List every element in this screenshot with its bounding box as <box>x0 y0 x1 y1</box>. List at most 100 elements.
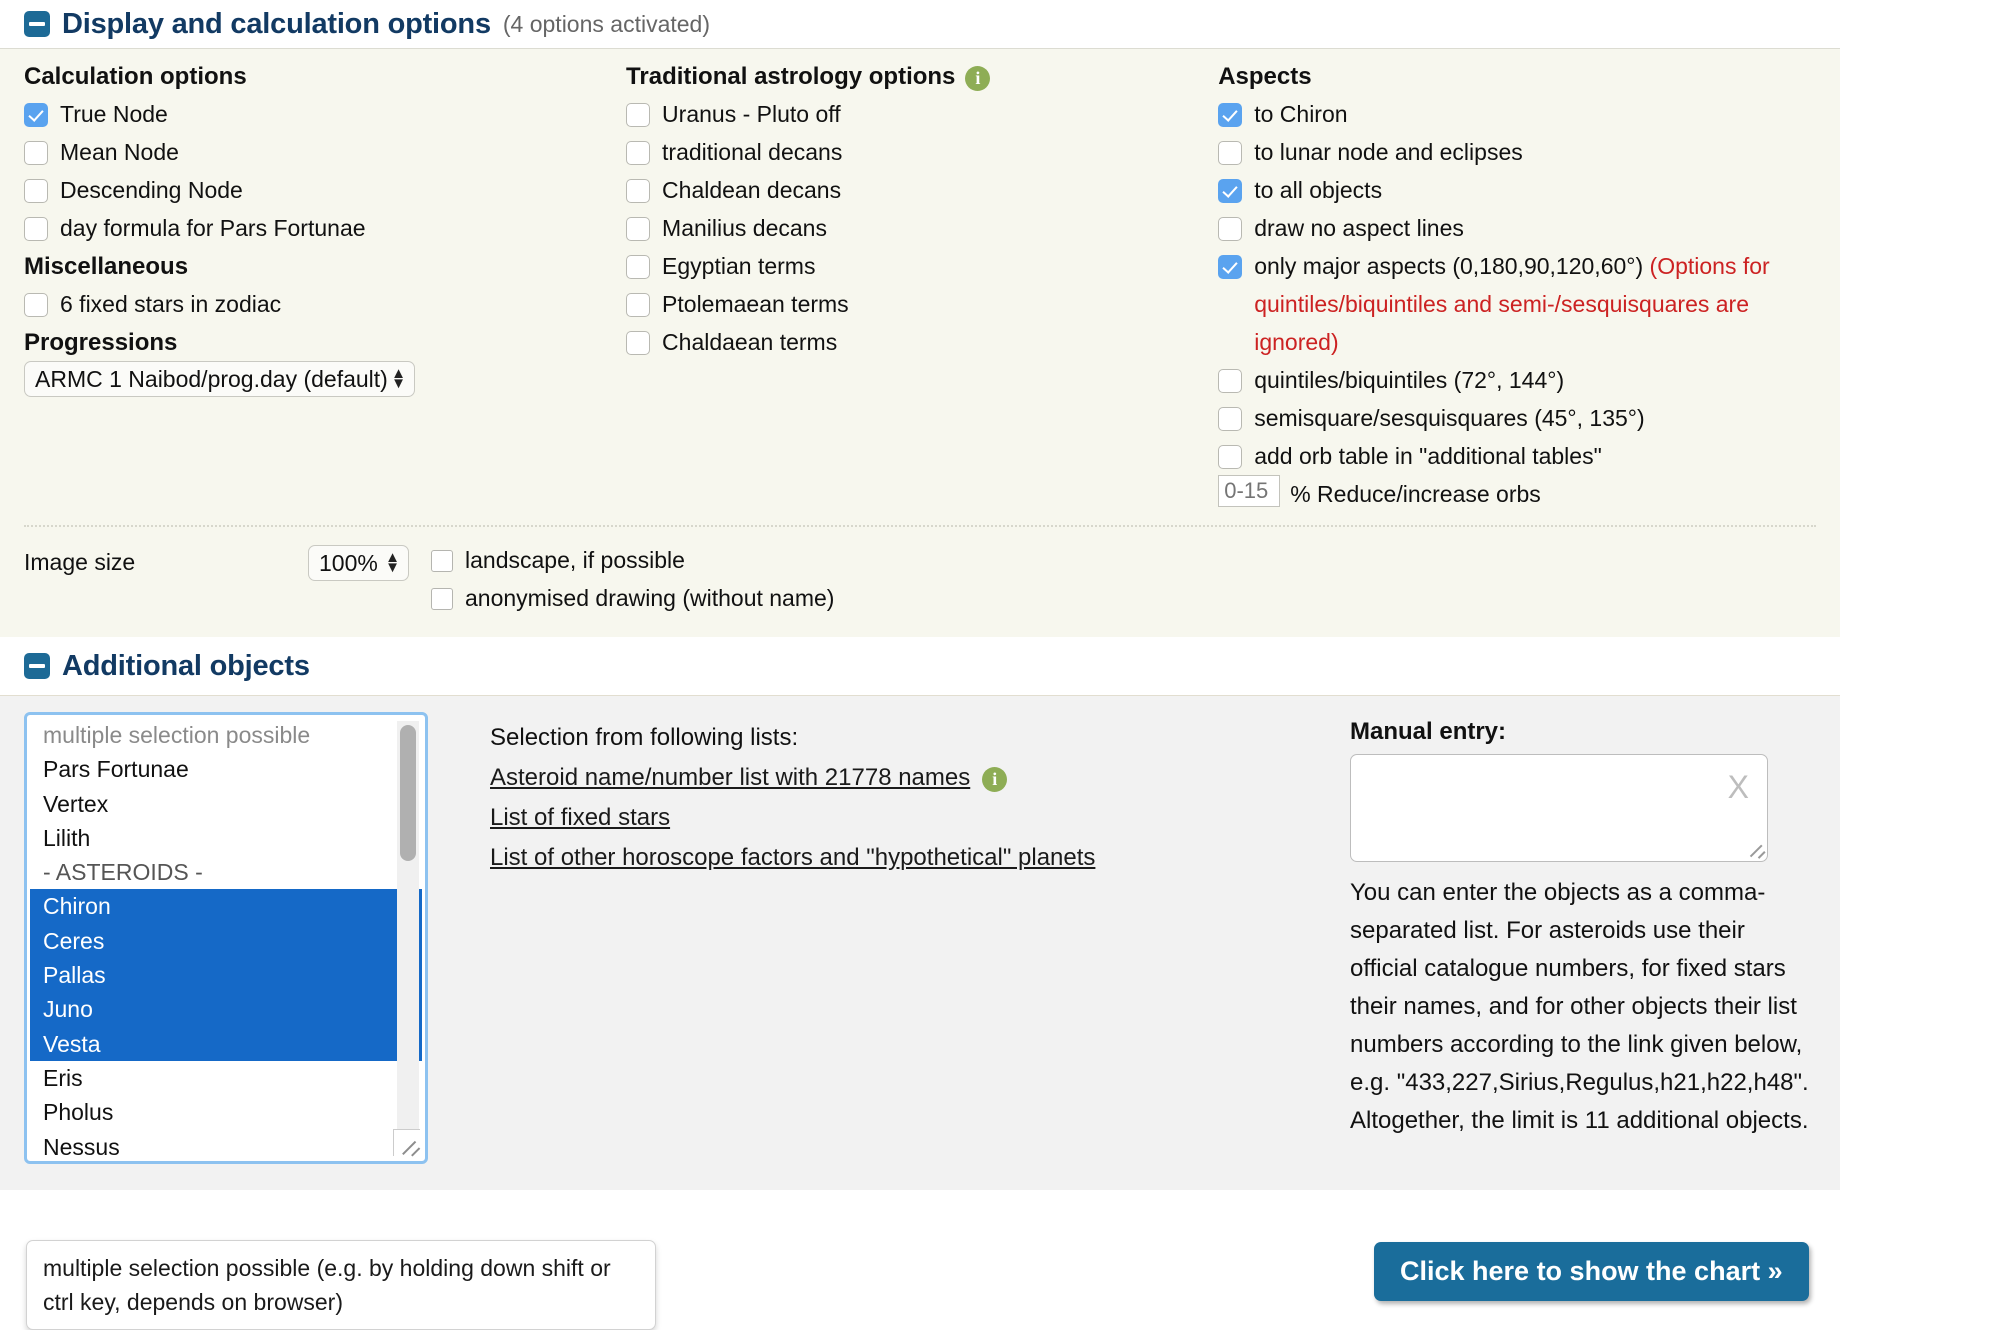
option-to-all-objects[interactable]: to all objects <box>1218 171 1830 209</box>
label-draw-no-aspect-lines: draw no aspect lines <box>1254 215 1464 241</box>
list-item-selected[interactable]: Juno <box>30 992 422 1027</box>
option-day-formula[interactable]: day formula for Pars Fortunae <box>24 209 616 247</box>
option-to-chiron[interactable]: to Chiron <box>1218 95 1830 133</box>
multiple-selection-tooltip: multiple selection possible (e.g. by hol… <box>26 1240 656 1330</box>
list-item[interactable]: Pholus <box>30 1095 422 1129</box>
checkbox-fixed-stars[interactable] <box>24 293 48 317</box>
checkbox-add-orb-table[interactable] <box>1218 445 1243 469</box>
checkbox-chaldean-decans[interactable] <box>626 179 651 203</box>
additional-objects-header: Additional objects <box>0 637 1996 695</box>
options-activated-note: (4 options activated) <box>502 10 710 37</box>
option-traditional-decans[interactable]: traditional decans <box>626 133 1208 171</box>
orb-percent-input[interactable] <box>1218 475 1281 507</box>
label-true-node: True Node <box>60 101 168 127</box>
checkbox-uranus-pluto-off[interactable] <box>626 103 651 127</box>
checkbox-egyptian-terms[interactable] <box>626 255 651 279</box>
image-size-select[interactable]: 100% <box>308 545 409 581</box>
option-add-orb-table[interactable]: add orb table in "additional tables" <box>1218 437 1830 475</box>
option-to-lunar-node[interactable]: to lunar node and eclipses <box>1218 133 1830 171</box>
minus-icon[interactable] <box>24 11 50 37</box>
label-to-lunar-node: to lunar node and eclipses <box>1254 139 1523 165</box>
option-ptolemaean-terms[interactable]: Ptolemaean terms <box>626 285 1208 323</box>
label-semisquares: semisquare/sesquisquares (45°, 135°) <box>1254 405 1645 431</box>
checkbox-to-lunar-node[interactable] <box>1218 141 1243 165</box>
checkbox-mean-node[interactable] <box>24 141 48 165</box>
listbox-items[interactable]: multiple selection possible Pars Fortuna… <box>30 718 422 1158</box>
label-landscape: landscape, if possible <box>465 547 685 573</box>
info-icon[interactable]: i <box>965 65 991 91</box>
checkbox-anonymised[interactable] <box>431 588 453 610</box>
fixed-stars-list-link[interactable]: List of fixed stars <box>490 798 670 838</box>
list-item-selected[interactable]: Chiron <box>30 889 422 924</box>
option-manilius-decans[interactable]: Manilius decans <box>626 209 1208 247</box>
option-true-node[interactable]: True Node <box>24 95 616 133</box>
option-draw-no-aspect-lines[interactable]: draw no aspect lines <box>1218 209 1830 247</box>
checkbox-landscape[interactable] <box>431 550 453 572</box>
checkbox-day-formula[interactable] <box>24 217 48 241</box>
additional-objects-panel: multiple selection possible Pars Fortuna… <box>0 695 1840 1190</box>
aspects-column: Aspects to Chiron to lunar node and ecli… <box>1218 63 1840 513</box>
manual-entry-box[interactable]: X <box>1350 754 1768 862</box>
list-item-selected[interactable]: Ceres <box>30 923 422 959</box>
option-only-major-aspects[interactable]: only major aspects (0,180,90,120,60°) (O… <box>1218 247 1830 361</box>
list-item[interactable]: multiple selection possible <box>30 718 422 752</box>
checkbox-chaldaean-terms[interactable] <box>626 331 651 355</box>
traditional-options-heading: Traditional astrology options i <box>626 63 1208 91</box>
label-descending-node: Descending Node <box>60 177 243 203</box>
checkbox-only-major-aspects[interactable] <box>1218 255 1243 279</box>
additional-objects-listbox[interactable]: multiple selection possible Pars Fortuna… <box>24 712 428 1164</box>
resize-handle-icon[interactable] <box>1744 838 1764 858</box>
clear-icon[interactable]: X <box>1728 769 1749 806</box>
option-egyptian-terms[interactable]: Egyptian terms <box>626 247 1208 285</box>
traditional-options-column: Traditional astrology options i Uranus -… <box>626 63 1218 513</box>
option-chaldaean-terms[interactable]: Chaldaean terms <box>626 323 1208 361</box>
label-egyptian-terms: Egyptian terms <box>662 253 816 279</box>
list-item[interactable]: Eris <box>30 1061 422 1095</box>
checkbox-ptolemaean-terms[interactable] <box>626 293 651 317</box>
option-descending-node[interactable]: Descending Node <box>24 171 616 209</box>
list-item[interactable]: Nessus <box>30 1130 422 1158</box>
progressions-select-wrap[interactable]: ARMC 1 Naibod/prog.day (default) ▲ ▼ <box>24 361 415 397</box>
checkbox-semisquares[interactable] <box>1218 407 1243 431</box>
list-item[interactable]: Vertex <box>30 787 422 821</box>
label-add-orb-table: add orb table in "additional tables" <box>1254 443 1602 469</box>
resize-handle-icon[interactable] <box>393 1129 420 1156</box>
checkbox-draw-no-aspect-lines[interactable] <box>1218 217 1243 241</box>
list-item-selected[interactable]: Vesta <box>30 1026 422 1061</box>
progressions-select[interactable]: ARMC 1 Naibod/prog.day (default) <box>24 361 415 397</box>
checkbox-quintiles[interactable] <box>1218 369 1243 393</box>
minus-icon[interactable] <box>24 653 50 679</box>
image-size-select-wrap[interactable]: 100% ▲ ▼ <box>308 545 409 581</box>
checkbox-traditional-decans[interactable] <box>626 141 651 165</box>
checkbox-true-node[interactable] <box>24 103 48 127</box>
checkbox-descending-node[interactable] <box>24 179 48 203</box>
listbox-scrollbar[interactable] <box>397 721 419 1155</box>
info-icon[interactable]: i <box>982 766 1008 792</box>
checkbox-to-all-objects[interactable] <box>1218 179 1243 203</box>
option-fixed-stars[interactable]: 6 fixed stars in zodiac <box>24 285 616 323</box>
progressions-heading: Progressions <box>24 329 178 356</box>
list-item-selected[interactable]: Pallas <box>30 958 422 993</box>
label-uranus-pluto-off: Uranus - Pluto off <box>662 101 841 127</box>
option-semisquares[interactable]: semisquare/sesquisquares (45°, 135°) <box>1218 399 1830 437</box>
list-item[interactable]: Pars Fortunae <box>30 752 422 786</box>
label-to-chiron: to Chiron <box>1254 101 1348 127</box>
checkbox-manilius-decans[interactable] <box>626 217 651 241</box>
list-item[interactable]: Lilith <box>30 821 422 855</box>
manual-entry-title: Manual entry: <box>1350 718 1507 745</box>
option-uranus-pluto-off[interactable]: Uranus - Pluto off <box>626 95 1208 133</box>
option-landscape[interactable]: landscape, if possible <box>431 541 834 579</box>
other-horoscope-factors-link[interactable]: List of other horoscope factors and "hyp… <box>490 838 1095 878</box>
additional-objects-body: multiple selection possible Pars Fortuna… <box>0 696 1840 1190</box>
image-size-label: Image size <box>24 549 136 575</box>
option-chaldean-decans[interactable]: Chaldean decans <box>626 171 1208 209</box>
scrollbar-thumb[interactable] <box>400 725 416 861</box>
option-mean-node[interactable]: Mean Node <box>24 133 616 171</box>
checkbox-to-chiron[interactable] <box>1218 103 1243 127</box>
asteroid-name-number-list-link[interactable]: Asteroid name/number list with 21778 nam… <box>490 758 970 798</box>
option-anonymised[interactable]: anonymised drawing (without name) <box>431 579 834 617</box>
fixed-stars-link-row: List of fixed stars <box>490 798 1350 838</box>
label-mean-node: Mean Node <box>60 139 179 165</box>
show-chart-button[interactable]: Click here to show the chart » <box>1374 1242 1809 1301</box>
option-quintiles[interactable]: quintiles/biquintiles (72°, 144°) <box>1218 361 1830 399</box>
